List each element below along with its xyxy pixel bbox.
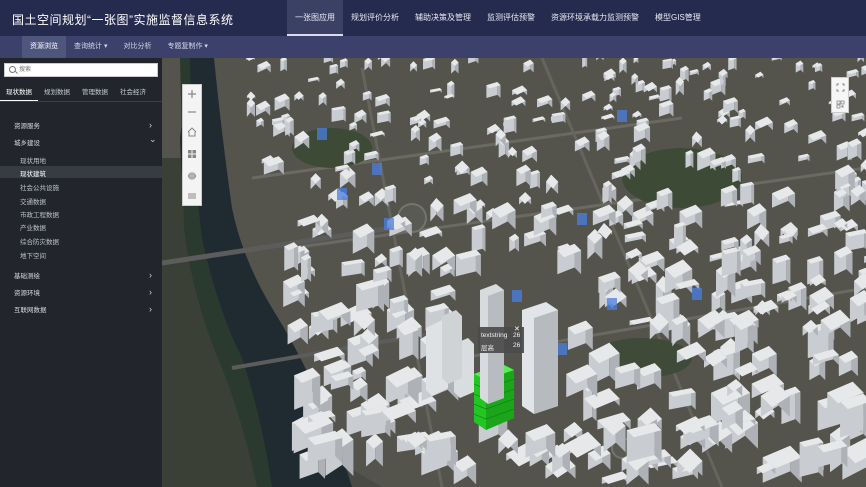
building [585,58,588,68]
home-icon[interactable] [183,123,201,141]
map-marker [577,213,587,225]
tree-group-basic-survey[interactable]: 基础测绘 [14,270,40,280]
map-marker [512,290,522,302]
tree-group-internet[interactable]: 互联网数据 [14,304,47,314]
globe-icon[interactable] [183,167,201,185]
tree-leaf-industry[interactable]: 产业数据 [20,222,46,232]
tree-leaf-municipal[interactable]: 市政工程数据 [20,209,59,219]
nav-item-map-app[interactable]: 一张图应用 [287,0,343,36]
tab-socio-economic[interactable]: 社会经济 [114,86,152,101]
chevron-right-icon[interactable]: › [149,305,152,314]
map-toolbar [182,84,202,206]
tab-current-data[interactable]: 现状数据 [0,86,38,101]
map-marker [607,298,617,310]
map-marker [617,110,627,122]
tree-group-city[interactable]: 城乡建设 [14,137,40,147]
nav-item-monitor-warning[interactable]: 监测评估预警 [479,0,543,36]
chevron-right-icon[interactable]: › [149,121,152,130]
popup-value: 26 [513,342,521,349]
tree-leaf-buildings[interactable]: 现状建筑 [20,168,46,178]
popup-row-2: 层高 26 [481,342,520,352]
subnav-thematic[interactable]: 专题复制作 ▾ [159,36,215,58]
tree-leaf-underground[interactable]: 地下空间 [20,250,46,260]
tree-group-resource[interactable]: 资源服务 [14,120,40,130]
tree-leaf-traffic[interactable]: 交通数据 [20,196,46,206]
tab-plan-data[interactable]: 规划数据 [38,86,76,101]
search-icon [9,66,16,73]
map-marker [372,163,382,175]
nav-item-model-gis[interactable]: 模型GIS管理 [647,0,709,36]
fullscreen-icon[interactable] [832,79,848,95]
qrcode-icon[interactable] [832,96,848,112]
chevron-down-icon[interactable]: ⌄ [149,135,157,144]
sub-nav-bar: 资源浏览 查询统计 ▾ 对比分析 专题复制作 ▾ [0,36,866,58]
top-nav: 一张图应用 规划评价分析 辅助决策及管理 监测评估预警 资源环境承载力监测预警 … [287,0,709,36]
sidebar-tabs: 现状数据 规划数据 管理数据 社会经济 [0,86,162,102]
top-bar: 国土空间规划“一张图”实施监督信息系统 一张图应用 规划评价分析 辅助决策及管理… [0,0,866,36]
nav-item-capacity-warning[interactable]: 资源环境承载力监测预警 [543,0,647,36]
grid-icon[interactable] [183,145,201,163]
layers-icon[interactable] [183,187,201,205]
nav-item-plan-evaluation[interactable]: 规划评价分析 [343,0,407,36]
tree-leaf-disaster[interactable]: 综合防灾数据 [20,236,59,246]
popup-label: 层高 [481,345,494,352]
map-marker [692,288,702,300]
plus-icon[interactable] [183,85,201,103]
popup-value: 26 [513,332,521,339]
tree-group-environment[interactable]: 资源环境 [14,287,40,297]
chevron-right-icon[interactable]: › [149,288,152,297]
minus-icon[interactable] [183,103,201,121]
nav-item-decision-support[interactable]: 辅助决策及管理 [407,0,479,36]
feature-popup: ✕ textstring 26 层高 26 [478,326,524,353]
subnav-query-stats[interactable]: 查询统计 ▾ [66,36,115,58]
tree-leaf-land-use[interactable]: 现状用地 [20,155,46,165]
search-input[interactable] [19,65,149,75]
building [482,224,486,252]
map-marker [384,218,394,230]
subnav-resource-browse[interactable]: 资源浏览 [22,36,66,58]
tab-management-data[interactable]: 管理数据 [76,86,114,101]
subnav-compare[interactable]: 对比分析 [115,36,159,58]
app-title: 国土空间规划“一张图”实施监督信息系统 [12,13,234,27]
tree-leaf-public-facilities[interactable]: 社会公共设施 [20,182,59,192]
search-box[interactable] [4,63,158,77]
building [751,181,755,205]
map-marker [557,343,567,355]
popup-row-1: textstring 26 [481,332,520,339]
map-marker [317,128,327,140]
popup-label: textstring [481,332,508,339]
map-marker [337,188,347,200]
map-right-toolbar [831,77,849,113]
building [582,58,586,68]
chevron-right-icon[interactable]: › [149,271,152,280]
city-scene [162,58,866,487]
3d-map-view[interactable]: ✕ textstring 26 层高 26 [162,58,866,487]
sidebar: 现状数据 规划数据 管理数据 社会经济 资源服务 › 城乡建设 ⌄ 现状用地 现… [0,58,162,487]
